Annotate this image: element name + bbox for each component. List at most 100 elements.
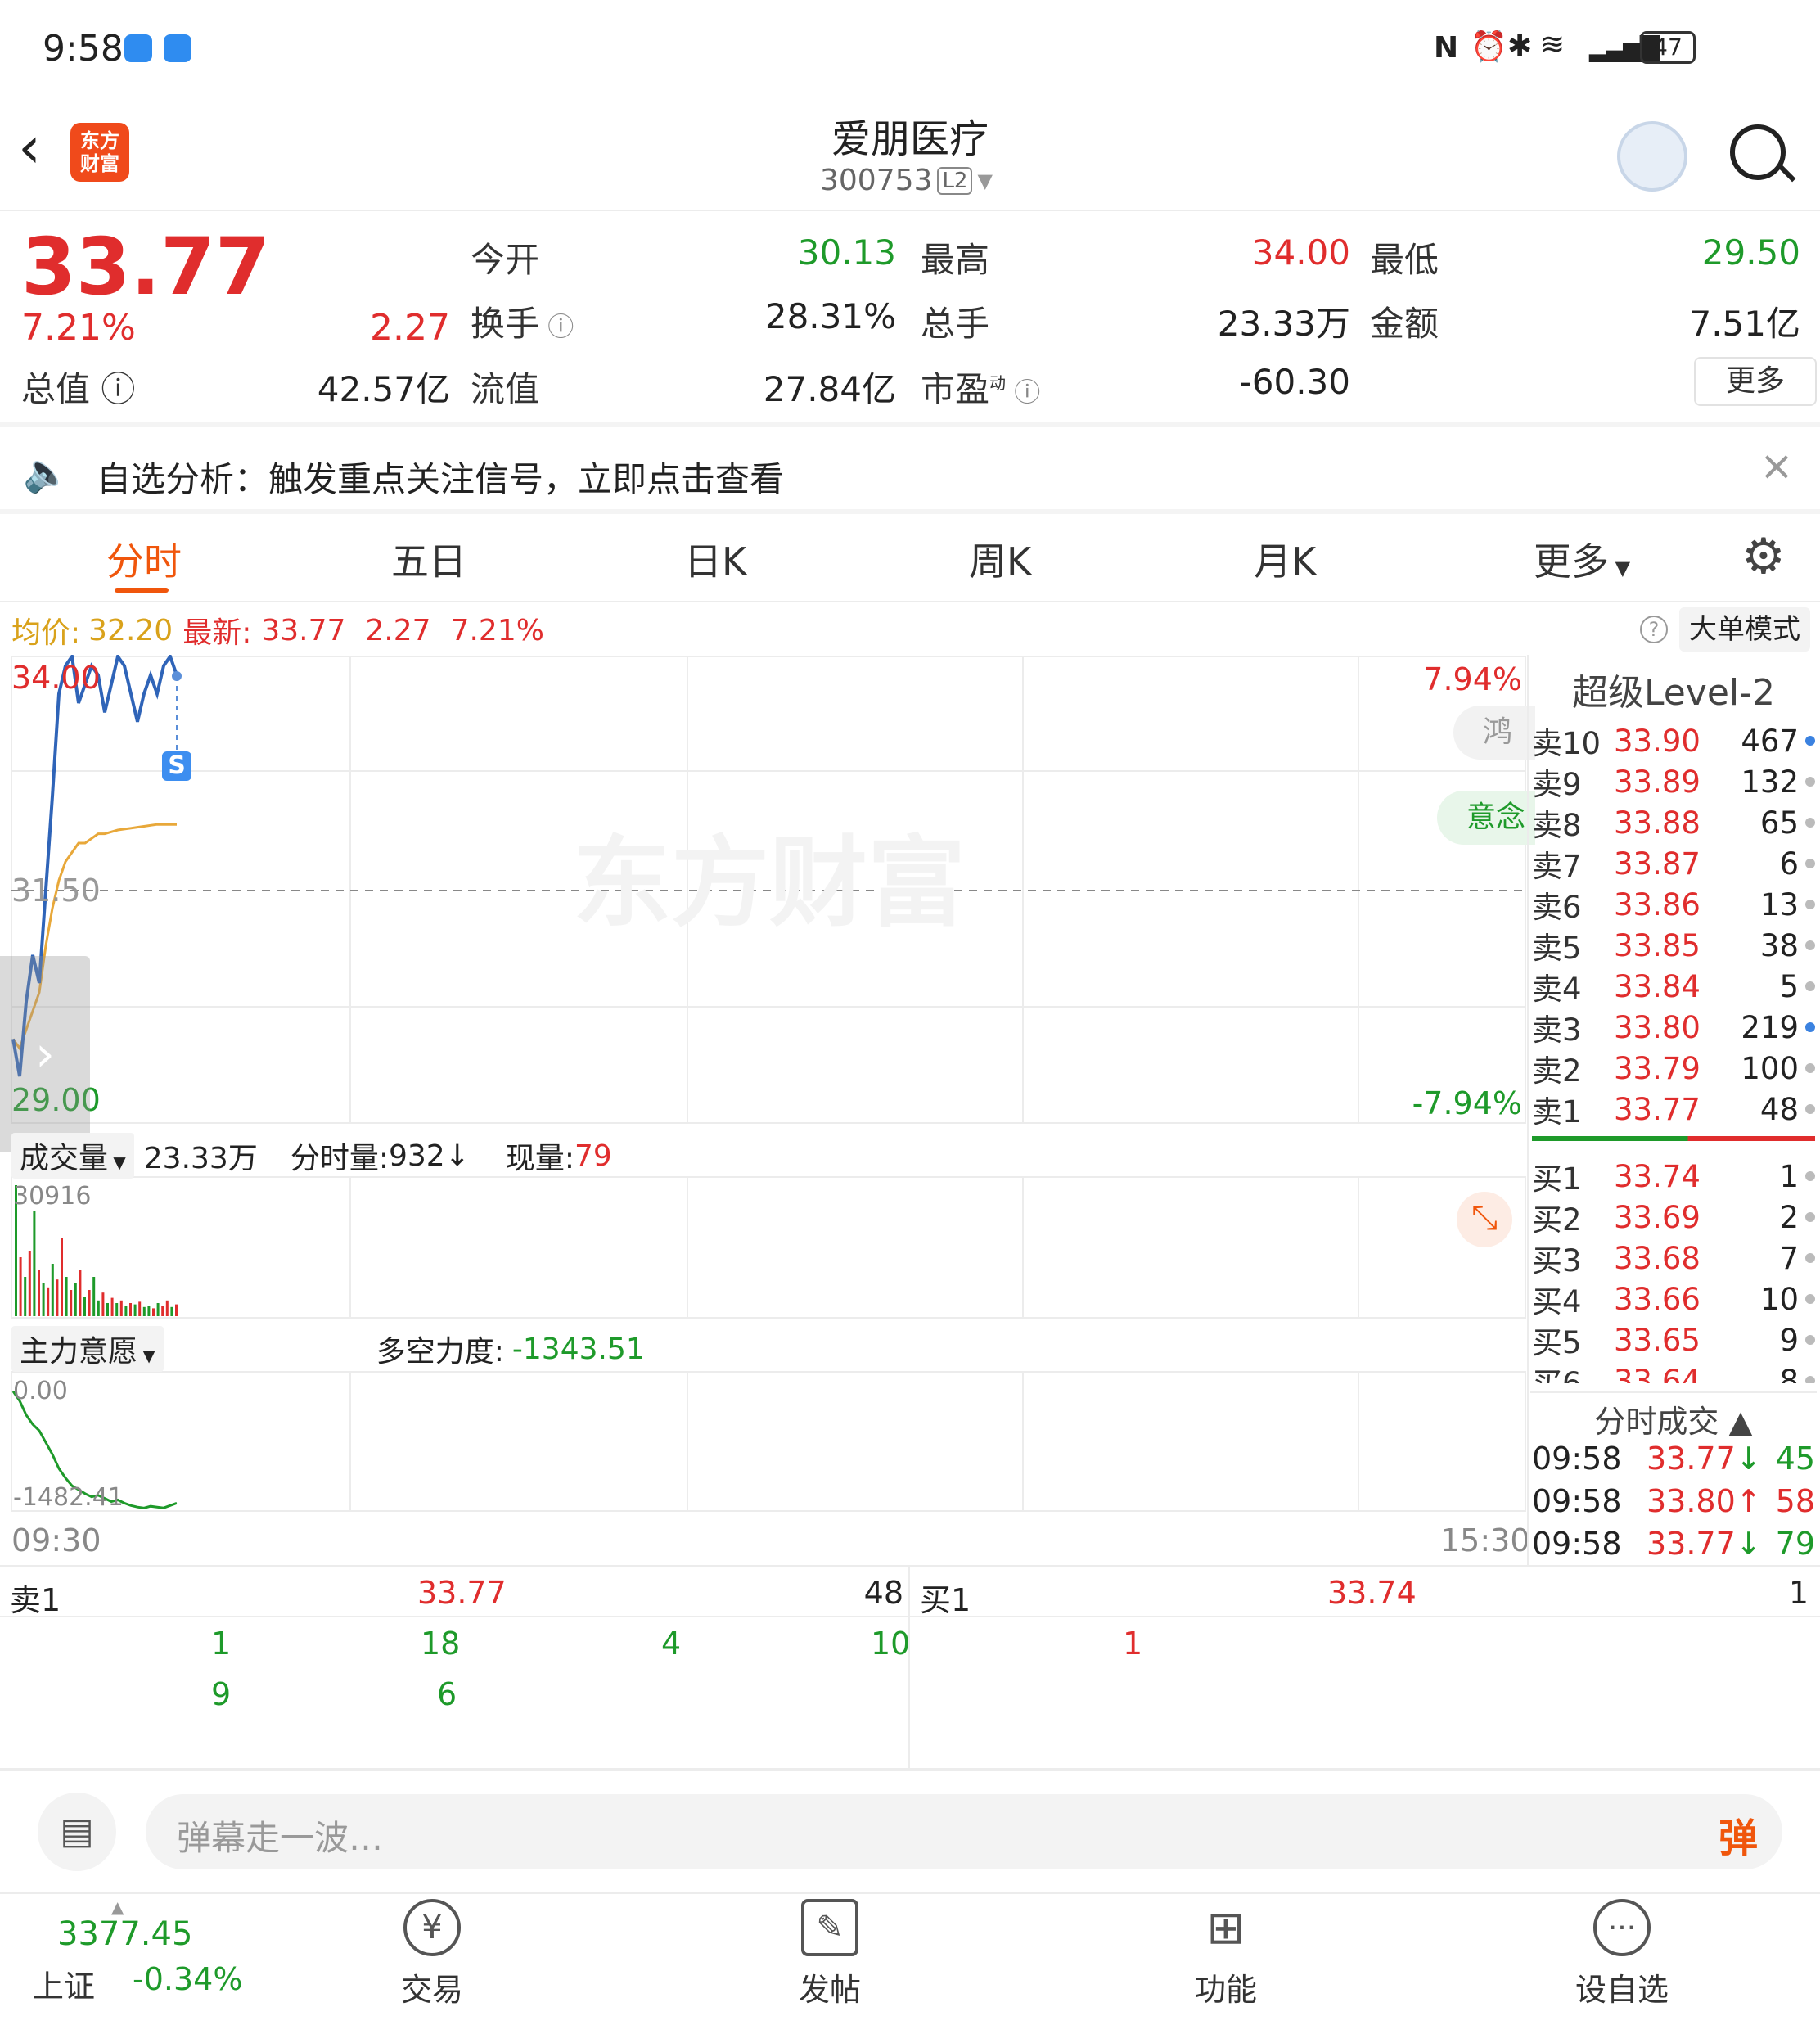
bid-row[interactable]: 买3 33.68 7 xyxy=(1532,1238,1815,1279)
bid-level: 买1 xyxy=(1532,1161,1582,1197)
nav-post[interactable]: ✎ 发帖 xyxy=(764,1899,895,2009)
latest-label: 最新: xyxy=(182,616,252,650)
x-axis-start: 09:30 xyxy=(11,1522,101,1558)
ask-dot xyxy=(1805,1022,1815,1032)
divider xyxy=(0,1565,1820,1567)
tag-hong[interactable]: 鸿 xyxy=(1453,706,1535,760)
tab-five-day[interactable]: 五日 xyxy=(391,532,466,586)
ticks-toggle[interactable]: 分时成交 ▲ xyxy=(1530,1391,1817,1441)
stock-code-selector[interactable]: 300753 L2 ▼ xyxy=(820,164,993,197)
divider xyxy=(0,210,1820,211)
help-icon[interactable]: ? xyxy=(1640,616,1668,643)
queue-buy-qty: 1 xyxy=(1788,1575,1809,1611)
ask-price: 33.90 xyxy=(1614,723,1701,759)
buy-order-1: 1 xyxy=(1123,1626,1143,1662)
ask-row[interactable]: 卖4 33.84 5 xyxy=(1532,966,1815,1007)
turnover-label[interactable]: 换手 ⓘ xyxy=(471,296,574,346)
bid-row[interactable]: 买2 33.69 2 xyxy=(1532,1197,1815,1238)
ask-row[interactable]: 卖2 33.79 100 xyxy=(1532,1048,1815,1089)
settings-gear-icon[interactable]: ⚙ xyxy=(1741,528,1786,585)
robot-assistant-icon[interactable] xyxy=(1617,121,1687,192)
sell-order-2: 18 xyxy=(421,1626,461,1662)
danmaku-send-button[interactable]: 弹 xyxy=(1719,1806,1758,1863)
pe-label[interactable]: 市盈动 ⓘ xyxy=(921,362,1040,412)
s-marker[interactable]: S xyxy=(162,751,191,781)
ask-level: 卖10 xyxy=(1532,726,1602,761)
ask-price: 33.87 xyxy=(1614,846,1701,882)
more-quote-button[interactable]: 更多 xyxy=(1694,357,1817,406)
tab-daily-k[interactable]: 日K xyxy=(684,532,746,586)
tab-intraday[interactable]: 分时 xyxy=(106,532,182,586)
bid-qty: 9 xyxy=(1779,1322,1799,1358)
bid-row[interactable]: 买4 33.66 10 xyxy=(1532,1279,1815,1319)
bid-row[interactable]: 买5 33.65 9 xyxy=(1532,1319,1815,1360)
bid-row[interactable]: 买633.64 8 xyxy=(1532,1360,1815,1383)
tab-more[interactable]: 更多 ▼ xyxy=(1534,532,1630,586)
nav-trade[interactable]: ¥ 交易 xyxy=(367,1899,498,2009)
divider xyxy=(0,1892,1820,1894)
tab-monthly-k[interactable]: 月K xyxy=(1254,532,1316,586)
ask-qty: 6 xyxy=(1779,846,1799,882)
danmaku-placeholder: 弹幕走一波… xyxy=(177,1818,384,1858)
force-min-label: -1482.41 xyxy=(13,1483,124,1512)
big-order-mode-button[interactable]: 大单模式 xyxy=(1679,607,1810,652)
ask-qty: 13 xyxy=(1759,886,1799,922)
nav-add-watchlist[interactable]: ··· 设自选 xyxy=(1556,1899,1687,2009)
ask-row[interactable]: 卖1 33.77 48 xyxy=(1532,1089,1815,1130)
search-icon[interactable] xyxy=(1730,124,1786,180)
ask-row[interactable]: 卖3 33.80 219 xyxy=(1532,1007,1815,1048)
bid-price: 33.65 xyxy=(1614,1322,1701,1358)
spread-bar xyxy=(1532,1136,1815,1141)
yen-icon: ¥ xyxy=(403,1899,461,1956)
ask-row[interactable]: 卖10 33.90 467 xyxy=(1532,720,1815,761)
index-name[interactable]: 上证 xyxy=(33,1961,95,2006)
ask-level: 卖3 xyxy=(1532,1012,1582,1048)
ask-price: 33.89 xyxy=(1614,764,1701,800)
tick-row: 09:58 33.77↓ 45 xyxy=(1532,1437,1815,1480)
current-price: 33.77 xyxy=(21,221,270,313)
tab-weekly-k[interactable]: 周K xyxy=(969,532,1031,586)
index-change: -0.34% xyxy=(133,1961,243,1997)
intraday-chart[interactable]: 东方财富 xyxy=(0,655,1527,1522)
level2-title[interactable]: 超级Level-2 xyxy=(1530,663,1817,715)
ask-dot xyxy=(1805,736,1815,746)
index-caret-icon: ▲ xyxy=(111,1897,124,1917)
bid-dot xyxy=(1805,1212,1815,1222)
amount-value: 7.51亿 xyxy=(1689,304,1800,344)
pe-value: -60.30 xyxy=(1239,362,1350,402)
float-cap-label: 流值 xyxy=(471,369,540,409)
ask-level: 卖1 xyxy=(1532,1094,1582,1130)
ask-row[interactable]: 卖9 33.89 132 xyxy=(1532,761,1815,802)
danmaku-settings-icon[interactable]: ▤ xyxy=(38,1793,116,1871)
ask-row[interactable]: 卖7 33.87 6 xyxy=(1532,843,1815,884)
volume-value: 23.33万 xyxy=(1217,304,1350,344)
queue-sell-qty: 48 xyxy=(863,1575,903,1611)
bid-row[interactable]: 买1 33.74 1 xyxy=(1532,1156,1815,1197)
nfc-icon: N xyxy=(1434,31,1459,65)
tag-yinian[interactable]: 意念 xyxy=(1437,791,1535,845)
notice-text[interactable]: 自选分析：触发重点关注信号，立即点击查看 xyxy=(97,452,784,502)
market-cap: 42.57亿 xyxy=(317,369,450,409)
index-value[interactable]: 3377.45 xyxy=(57,1915,192,1953)
close-notice-icon[interactable]: × xyxy=(1759,442,1794,489)
status-time: 9:58 xyxy=(43,28,124,70)
ask-row[interactable]: 卖5 33.85 38 xyxy=(1532,925,1815,966)
ask-price: 33.77 xyxy=(1614,1091,1701,1127)
weather-icon xyxy=(164,34,191,62)
ask-dot xyxy=(1805,940,1815,950)
bid-qty: 8 xyxy=(1779,1363,1799,1384)
market-cap-label[interactable]: 总值 ⓘ xyxy=(21,362,135,412)
avg-label: 均价: xyxy=(11,616,81,650)
ask-dot xyxy=(1805,1104,1815,1114)
caret-down-icon: ▼ xyxy=(977,169,993,192)
danmaku-input[interactable]: 弹幕走一波… 弹 xyxy=(146,1794,1782,1869)
ask-row[interactable]: 卖6 33.86 13 xyxy=(1532,884,1815,925)
ask-dot xyxy=(1805,981,1815,991)
bid-price: 33.64 xyxy=(1614,1363,1701,1384)
expand-side-panel-button[interactable]: › xyxy=(0,956,90,1152)
ask-qty: 65 xyxy=(1759,805,1799,841)
tick-time: 09:58 xyxy=(1532,1483,1622,1519)
bid-qty: 7 xyxy=(1779,1240,1799,1276)
ask-row[interactable]: 卖8 33.88 65 xyxy=(1532,802,1815,843)
nav-functions[interactable]: ⊞ 功能 xyxy=(1160,1899,1291,2009)
